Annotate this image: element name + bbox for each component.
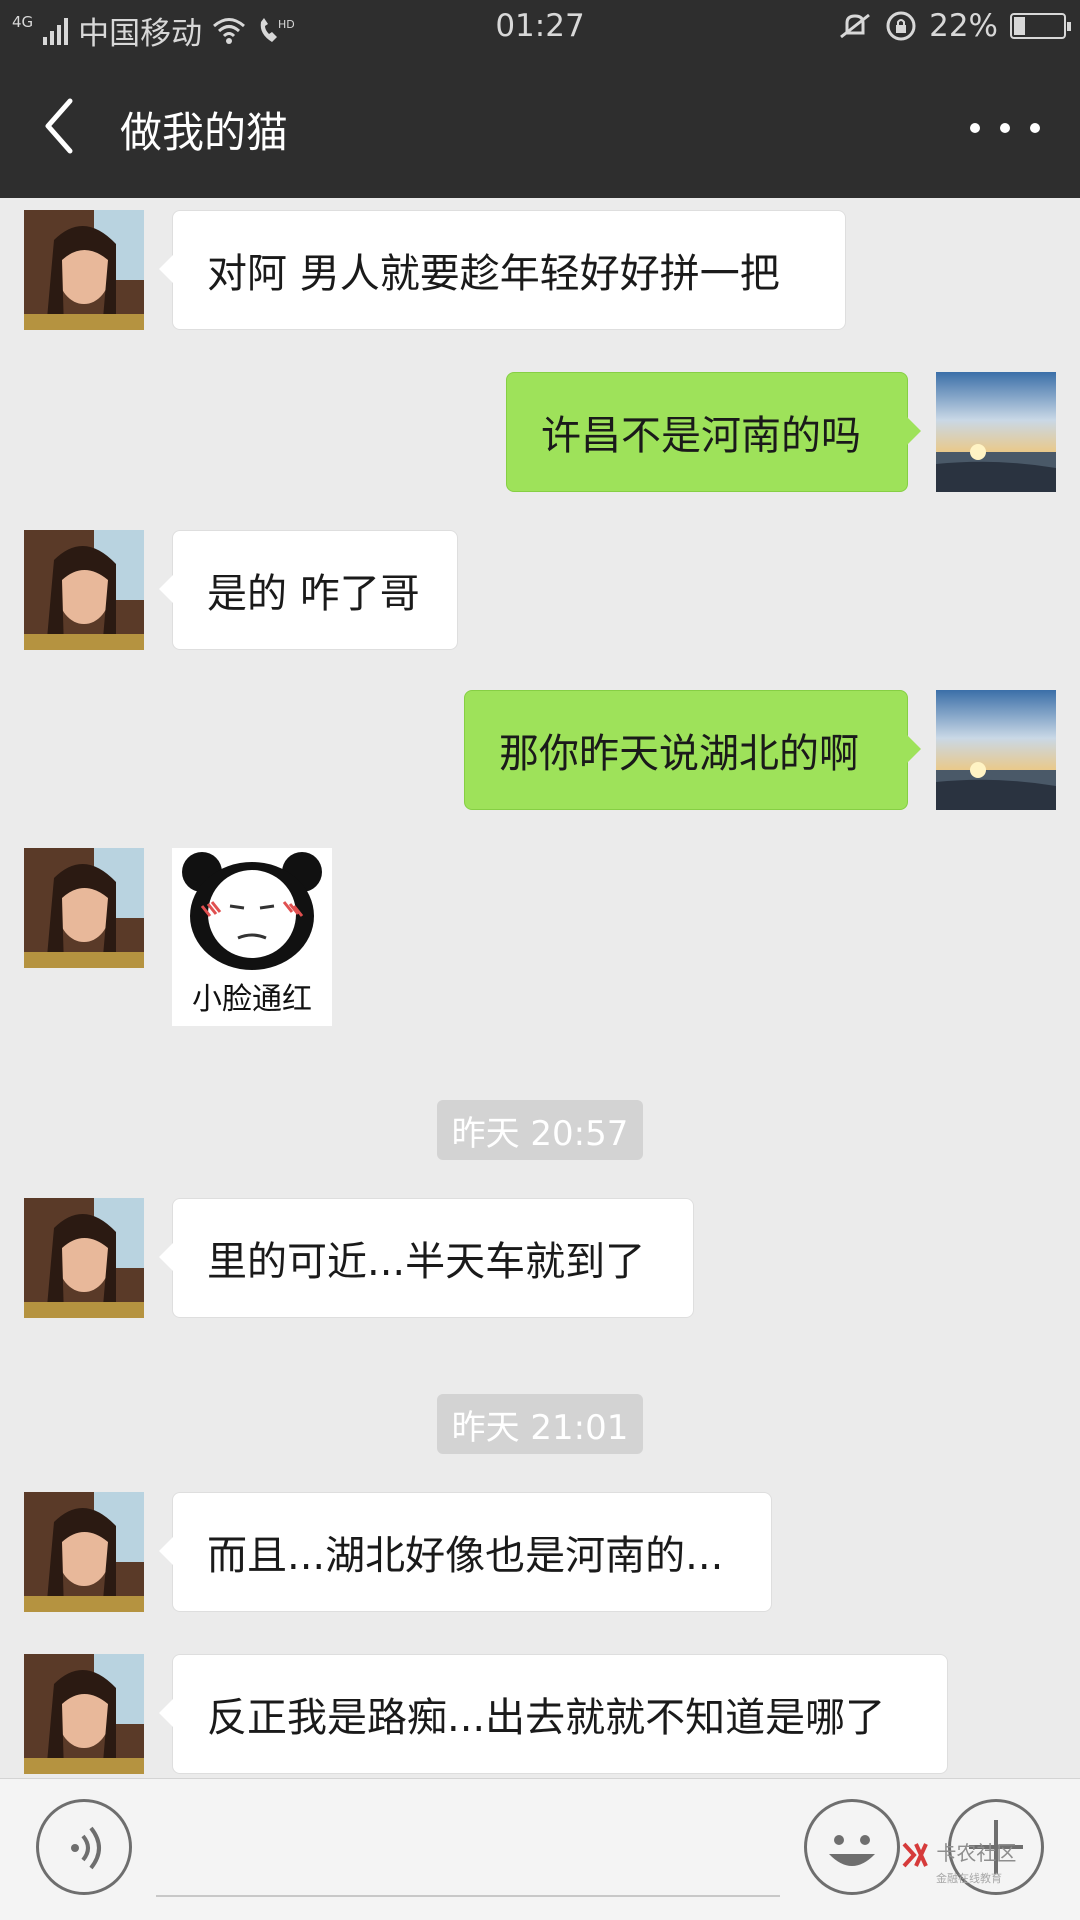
my-avatar[interactable]: [936, 372, 1056, 492]
contact-avatar[interactable]: [24, 1654, 144, 1774]
battery-icon: [1010, 13, 1071, 39]
contact-avatar[interactable]: [24, 848, 144, 968]
message-bubble-incoming[interactable]: 是的 咋了哥: [159, 530, 458, 650]
kanong-logo-icon: [902, 1842, 928, 1867]
emoji-icon: [829, 1835, 875, 1866]
sticker-caption: 小脸通红: [192, 982, 312, 1017]
watermark-text: 卡农社区: [936, 1841, 1017, 1865]
timestamp-chip: 昨天 21:01: [437, 1394, 643, 1454]
watermark-subtext: 金融在线教育: [936, 1871, 1002, 1885]
message-list[interactable]: 对阿 男人就要趁年轻好好拼一把 许昌不是河南的吗 是的 咋了哥 那你昨天说湖北的…: [0, 198, 1080, 1778]
chevron-left-icon[interactable]: [36, 93, 84, 159]
more-dots-icon[interactable]: [970, 103, 1040, 153]
my-avatar[interactable]: [936, 690, 1056, 810]
message-bubble-incoming[interactable]: 而且...湖北好像也是河南的...: [159, 1492, 772, 1612]
panda-sticker-image: [182, 852, 322, 970]
voice-icon: [71, 1826, 101, 1870]
message-bubble-incoming[interactable]: 里的可近...半天车就到了: [159, 1198, 694, 1318]
title-bar: 做我的猫: [0, 55, 1080, 198]
status-bar: 4G 中国移动 HD 01:27 22%: [0, 0, 1080, 55]
message-bubble-outgoing[interactable]: 那你昨天说湖北的啊: [464, 690, 921, 810]
emoji-button[interactable]: [804, 1799, 900, 1895]
battery-fill: [1014, 17, 1025, 35]
message-bubble-incoming[interactable]: 反正我是路痴...出去就就不知道是哪了: [159, 1654, 948, 1774]
vibrate-mute-icon: [840, 13, 871, 39]
rotation-lock-icon: [886, 11, 916, 41]
input-bar: 卡农社区 金融在线教育: [0, 1778, 1080, 1920]
contact-avatar[interactable]: [24, 530, 144, 650]
voice-button[interactable]: [36, 1799, 132, 1895]
sticker-message[interactable]: 小脸通红: [172, 848, 332, 1026]
battery-percent: 22%: [929, 8, 998, 44]
timestamp-chip: 昨天 20:57: [437, 1100, 643, 1160]
contact-avatar[interactable]: [24, 1492, 144, 1612]
watermark: 卡农社区 金融在线教育: [900, 1837, 1016, 1886]
contact-avatar[interactable]: [24, 210, 144, 330]
message-bubble-incoming[interactable]: 对阿 男人就要趁年轻好好拼一把: [159, 210, 846, 330]
chat-title: 做我的猫: [120, 108, 289, 157]
message-bubble-outgoing[interactable]: 许昌不是河南的吗: [506, 372, 921, 492]
message-input[interactable]: [156, 1895, 780, 1897]
contact-avatar[interactable]: [24, 1198, 144, 1318]
